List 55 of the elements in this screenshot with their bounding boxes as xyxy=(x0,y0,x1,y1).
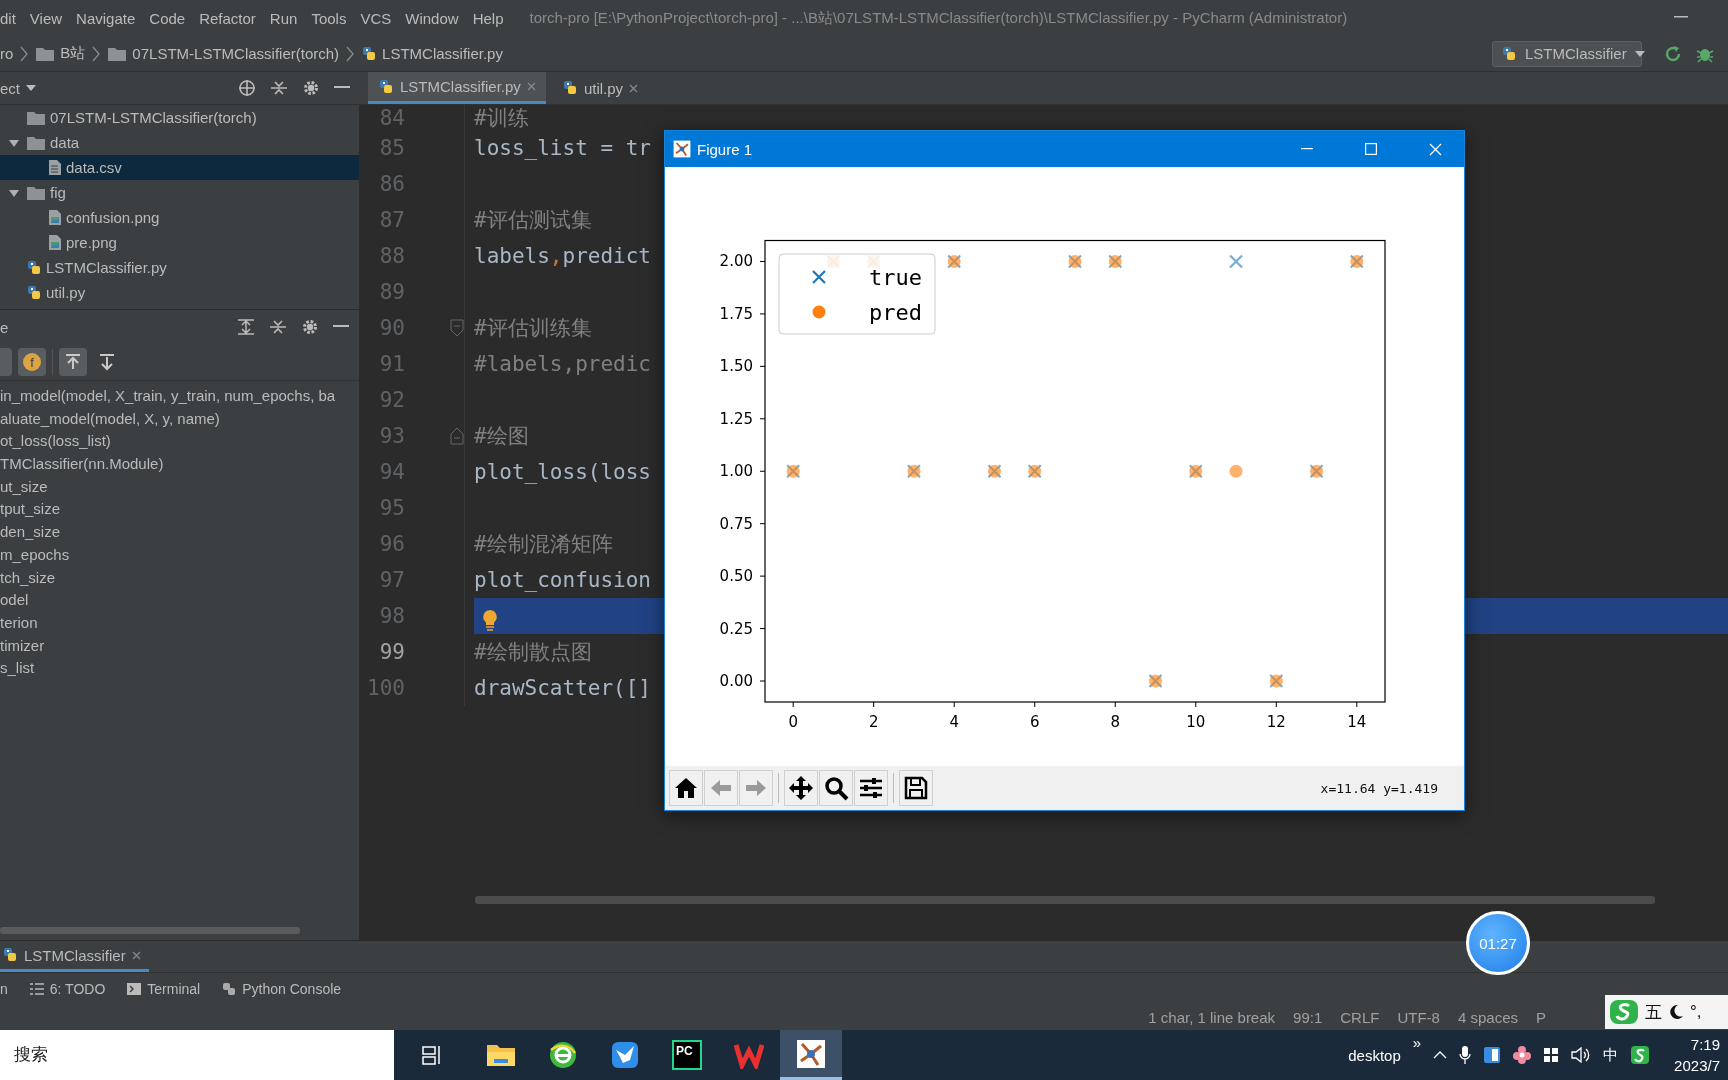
tick-label: 14 xyxy=(1347,713,1367,731)
line-number: 94 xyxy=(378,460,405,484)
tick-label: 0.50 xyxy=(719,567,753,586)
timer-badge: 01:27 xyxy=(1466,911,1530,975)
tick-label: 1.00 xyxy=(719,462,753,481)
tick-label: 1.50 xyxy=(719,357,753,376)
line-number: 87 xyxy=(378,208,405,232)
line-number: 90 xyxy=(378,316,405,340)
line-number: 89 xyxy=(378,280,405,304)
line-number: 91 xyxy=(378,352,405,376)
line-number: 85 xyxy=(378,136,405,160)
line-number: 96 xyxy=(378,532,405,556)
legend-label: true xyxy=(869,265,922,290)
code-line: #绘图 xyxy=(474,423,529,450)
tick-label: 10 xyxy=(1186,713,1206,731)
window-title: torch-pro [E:\PythonProject\torch-pro] - ...\B站\07LSTM-LSTMClassifier(torch)\LSTMClassifier.py - PyCharm (Administrator) xyxy=(529,8,1348,28)
field-icon: f xyxy=(23,353,41,371)
panel-title: e xyxy=(0,318,9,336)
tick-label: 12 xyxy=(1266,713,1286,731)
line-number: 100 xyxy=(366,676,405,700)
code-line: #绘制混淆矩阵 xyxy=(474,531,613,558)
tick-label: 4 xyxy=(949,713,959,731)
line-number: 97 xyxy=(378,568,405,592)
tick-label: 1.75 xyxy=(719,304,753,323)
tick-label: 6 xyxy=(1029,713,1040,731)
line-number: 84 xyxy=(378,105,405,130)
line-number: 92 xyxy=(378,388,405,412)
tick-label: 0.75 xyxy=(719,514,753,533)
code-line: plot_loss(loss xyxy=(474,459,651,486)
code-line: #绘制散点图 xyxy=(474,639,592,666)
tick-label: 2 xyxy=(868,713,879,731)
tick-label: 0.25 xyxy=(719,619,753,638)
line-number: 99 xyxy=(378,640,405,664)
tick-label: 0 xyxy=(788,713,798,731)
line-number: 95 xyxy=(378,496,405,520)
line-number: 88 xyxy=(378,244,405,268)
tick-label: 1.25 xyxy=(719,409,753,428)
code-line: #评估训练集 xyxy=(474,315,592,342)
code-line: plot_confusion xyxy=(474,567,651,594)
tick-label: 2.00 xyxy=(719,252,753,271)
legend-label: pred xyxy=(869,300,922,325)
code-line: #labels,predic xyxy=(474,351,651,378)
window-title: Figure 1 xyxy=(697,140,753,158)
line-number: 93 xyxy=(378,424,405,448)
code-line: #评估测试集 xyxy=(474,207,592,234)
code-line: #训练 xyxy=(474,105,529,130)
cursor-coordinates: x=11.64 y=1.419 xyxy=(1320,780,1438,796)
tick-label: 0.00 xyxy=(719,672,753,690)
code-line: drawScatter([] xyxy=(474,675,651,702)
tick-label: 8 xyxy=(1110,713,1121,731)
line-number: 86 xyxy=(378,172,405,196)
pycharm-icon: PC xyxy=(672,1040,702,1070)
line-number: 98 xyxy=(378,604,405,628)
code-line: loss_list = tr xyxy=(474,135,651,162)
code-line: labels,predict xyxy=(474,243,652,270)
